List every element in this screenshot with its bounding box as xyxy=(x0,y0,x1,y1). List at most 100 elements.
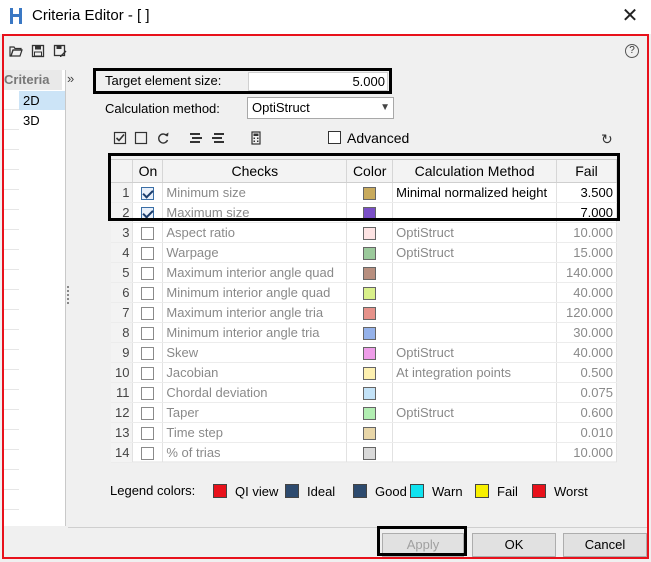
column-header-method[interactable]: Calculation Method xyxy=(392,160,558,183)
row-on-cell[interactable] xyxy=(132,262,164,283)
table-row[interactable]: 5 Maximum interior angle quad 140.000 xyxy=(111,262,617,283)
apply-button[interactable]: Apply xyxy=(382,533,464,557)
row-method[interactable]: Minimal normalized height xyxy=(392,182,558,203)
nav-item-3d[interactable]: 3D xyxy=(19,111,65,130)
row-on-cell[interactable] xyxy=(132,322,164,343)
table-row[interactable]: 10 Jacobian At integration points 0.500 xyxy=(111,362,617,383)
row-on-cell[interactable] xyxy=(132,182,164,203)
row-on-cell[interactable] xyxy=(132,382,164,403)
row-enabled-checkbox[interactable] xyxy=(141,246,155,260)
color-swatch[interactable] xyxy=(363,286,377,300)
row-enabled-checkbox[interactable] xyxy=(141,386,155,400)
calculator-icon[interactable] xyxy=(249,131,263,145)
row-color-cell[interactable] xyxy=(346,422,394,443)
row-enabled-checkbox[interactable] xyxy=(141,446,155,460)
column-header-on[interactable]: On xyxy=(132,160,164,183)
row-color-cell[interactable] xyxy=(346,222,394,243)
reset-icon[interactable]: ↻ xyxy=(601,131,613,148)
row-method[interactable] xyxy=(392,202,558,223)
row-method[interactable] xyxy=(392,262,558,283)
row-method[interactable] xyxy=(392,282,558,303)
save-icon[interactable] xyxy=(31,44,45,58)
row-on-cell[interactable] xyxy=(132,302,164,323)
row-color-cell[interactable] xyxy=(346,402,394,423)
row-color-cell[interactable] xyxy=(346,282,394,303)
row-method[interactable]: OptiStruct xyxy=(392,402,558,423)
row-method[interactable] xyxy=(392,442,558,463)
row-method[interactable]: OptiStruct xyxy=(392,342,558,363)
color-swatch[interactable] xyxy=(363,406,377,420)
row-enabled-checkbox[interactable] xyxy=(141,426,155,440)
color-swatch[interactable] xyxy=(363,366,377,380)
color-swatch[interactable] xyxy=(363,206,377,220)
table-row[interactable]: 12 Taper OptiStruct 0.600 xyxy=(111,402,617,423)
open-folder-icon[interactable] xyxy=(9,44,23,58)
color-swatch[interactable] xyxy=(363,426,377,440)
uncheck-all-icon[interactable] xyxy=(134,131,148,145)
table-row[interactable]: 8 Minimum interior angle tria 30.000 xyxy=(111,322,617,343)
row-enabled-checkbox[interactable] xyxy=(141,326,155,340)
table-row[interactable]: 3 Aspect ratio OptiStruct 10.000 xyxy=(111,222,617,243)
row-enabled-checkbox[interactable] xyxy=(141,306,155,320)
row-on-cell[interactable] xyxy=(132,202,164,223)
column-header-checks[interactable]: Checks xyxy=(162,160,348,183)
color-swatch[interactable] xyxy=(363,446,377,460)
row-color-cell[interactable] xyxy=(346,322,394,343)
row-fail-value[interactable]: 40.000 xyxy=(556,282,617,303)
color-swatch[interactable] xyxy=(363,226,377,240)
column-header-fail[interactable]: Fail xyxy=(556,160,617,183)
cancel-button[interactable]: Cancel xyxy=(563,533,647,557)
row-fail-value[interactable]: 3.500 xyxy=(556,182,617,203)
row-color-cell[interactable] xyxy=(346,362,394,383)
color-swatch[interactable] xyxy=(363,346,377,360)
help-icon[interactable]: ? xyxy=(625,44,639,58)
table-row[interactable]: 13 Time step 0.010 xyxy=(111,422,617,443)
row-color-cell[interactable] xyxy=(346,442,394,463)
table-row[interactable]: 2 Maximum size 7.000 xyxy=(111,202,617,223)
row-enabled-checkbox[interactable] xyxy=(141,406,155,420)
color-swatch[interactable] xyxy=(363,326,377,340)
color-swatch[interactable] xyxy=(363,386,377,400)
row-color-cell[interactable] xyxy=(346,342,394,363)
row-fail-value[interactable]: 30.000 xyxy=(556,322,617,343)
save-as-icon[interactable] xyxy=(53,44,67,58)
table-row[interactable]: 11 Chordal deviation 0.075 xyxy=(111,382,617,403)
table-row[interactable]: 7 Maximum interior angle tria 120.000 xyxy=(111,302,617,323)
export-icon[interactable] xyxy=(211,131,225,145)
row-fail-value[interactable]: 15.000 xyxy=(556,242,617,263)
row-color-cell[interactable] xyxy=(346,182,394,203)
row-color-cell[interactable] xyxy=(346,242,394,263)
row-fail-value[interactable]: 10.000 xyxy=(556,222,617,243)
row-fail-value[interactable]: 0.600 xyxy=(556,402,617,423)
row-method[interactable]: At integration points xyxy=(392,362,558,383)
row-enabled-checkbox[interactable] xyxy=(141,226,155,240)
row-on-cell[interactable] xyxy=(132,422,164,443)
column-header-color[interactable]: Color xyxy=(346,160,394,183)
collapse-panel-icon[interactable]: » xyxy=(67,71,74,86)
row-method[interactable] xyxy=(392,322,558,343)
row-fail-value[interactable]: 0.010 xyxy=(556,422,617,443)
row-on-cell[interactable] xyxy=(132,222,164,243)
row-enabled-checkbox[interactable] xyxy=(141,346,155,360)
target-size-input[interactable]: 5.000 xyxy=(248,72,388,91)
row-enabled-checkbox[interactable] xyxy=(141,366,155,380)
check-all-icon[interactable] xyxy=(113,131,127,145)
row-on-cell[interactable] xyxy=(132,362,164,383)
calculation-method-select[interactable]: OptiStruct ▼ xyxy=(247,97,394,119)
row-on-cell[interactable] xyxy=(132,402,164,423)
row-fail-value[interactable]: 0.500 xyxy=(556,362,617,383)
import-icon[interactable] xyxy=(189,131,203,145)
row-on-cell[interactable] xyxy=(132,242,164,263)
nav-item-2d[interactable]: 2D xyxy=(19,91,65,110)
advanced-checkbox[interactable] xyxy=(328,131,341,144)
row-fail-value[interactable]: 7.000 xyxy=(556,202,617,223)
row-color-cell[interactable] xyxy=(346,382,394,403)
color-swatch[interactable] xyxy=(363,186,377,200)
row-method[interactable] xyxy=(392,422,558,443)
close-button[interactable]: ✕ xyxy=(616,3,644,29)
table-row[interactable]: 1 Minimum size Minimal normalized height 3.… xyxy=(111,182,617,203)
splitter-handle[interactable] xyxy=(67,286,70,304)
table-row[interactable]: 4 Warpage OptiStruct 15.000 xyxy=(111,242,617,263)
row-fail-value[interactable]: 140.000 xyxy=(556,262,617,283)
ok-button[interactable]: OK xyxy=(472,533,556,557)
